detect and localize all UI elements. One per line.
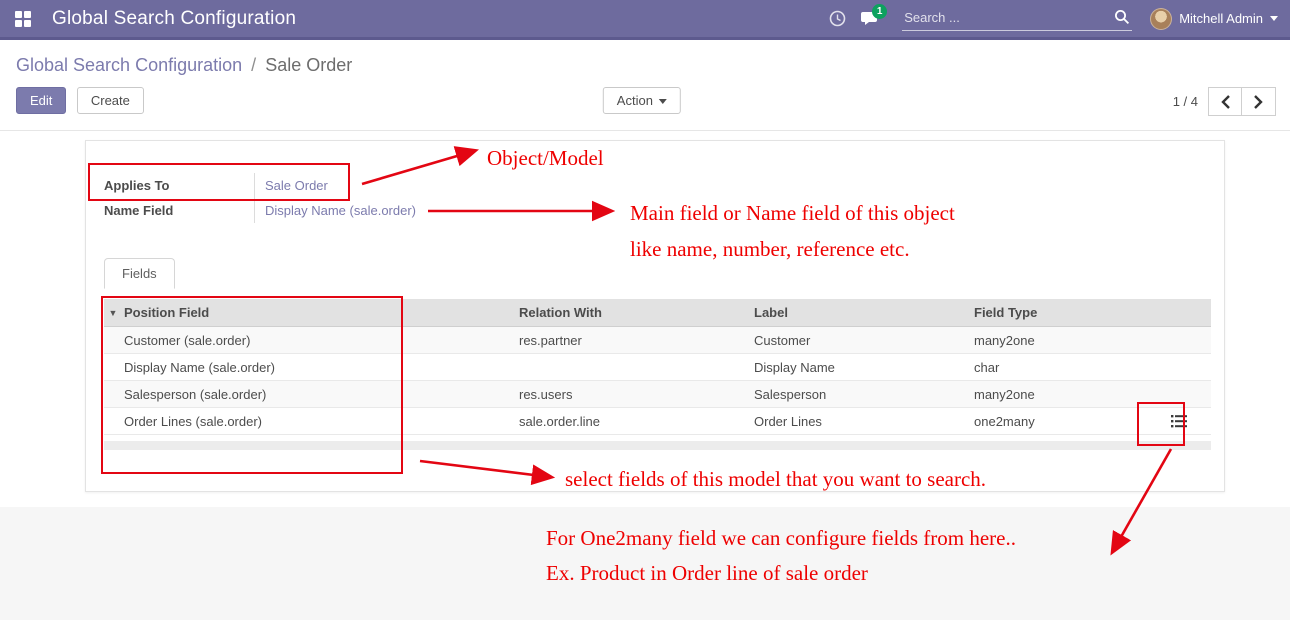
- form-row-applies-to: Applies To Sale Order: [104, 173, 664, 198]
- applies-to-label: Applies To: [104, 178, 254, 193]
- breadcrumb-separator: /: [247, 55, 260, 75]
- cell-field-type: one2many: [966, 414, 1146, 429]
- pager: 1 / 4: [1173, 87, 1276, 116]
- avatar: [1150, 8, 1172, 30]
- annotation-select-fields: select fields of this model that you wan…: [565, 467, 986, 492]
- list-icon: [1171, 414, 1187, 428]
- messages-badge: 1: [872, 4, 887, 19]
- table-row[interactable]: Customer (sale.order) res.partner Custom…: [104, 327, 1211, 354]
- cell-relation-with: res.partner: [511, 333, 746, 348]
- table-footer-strip: [104, 441, 1211, 450]
- pager-previous-button[interactable]: [1208, 87, 1242, 116]
- cell-position-field: Salesperson (sale.order): [122, 387, 511, 402]
- cell-position-field: Customer (sale.order): [122, 333, 511, 348]
- apps-menu-icon[interactable]: [0, 0, 46, 37]
- page: Global Search Configuration 1: [0, 0, 1290, 620]
- pager-next-button[interactable]: [1242, 87, 1276, 116]
- chevron-down-icon: [659, 99, 667, 104]
- form-row-name-field: Name Field Display Name (sale.order): [104, 198, 664, 223]
- applies-to-value[interactable]: Sale Order: [254, 173, 474, 198]
- pager-count: 1 / 4: [1173, 94, 1198, 109]
- one2many-config-button[interactable]: [1168, 412, 1190, 430]
- header-position-field[interactable]: Position Field: [122, 305, 511, 320]
- header-relation-with[interactable]: Relation With: [511, 305, 746, 320]
- annotation-object-model: Object/Model: [487, 146, 604, 171]
- form-sheet: Applies To Sale Order Name Field Display…: [85, 140, 1225, 492]
- action-label: Action: [617, 93, 653, 108]
- cell-relation-with: sale.order.line: [511, 414, 746, 429]
- fields-table: ▼ Position Field Relation With Label Fie…: [104, 299, 1211, 450]
- table-row[interactable]: Salesperson (sale.order) res.users Sales…: [104, 381, 1211, 408]
- header-field-type[interactable]: Field Type: [966, 305, 1146, 320]
- cell-relation-with: res.users: [511, 387, 746, 402]
- tab-fields[interactable]: Fields: [104, 258, 175, 289]
- app-title: Global Search Configuration: [52, 8, 296, 30]
- search-input[interactable]: [902, 6, 1132, 31]
- chevron-right-icon: [1254, 95, 1263, 109]
- cell-config: [1146, 412, 1211, 430]
- user-name: Mitchell Admin: [1179, 11, 1263, 26]
- breadcrumb: Global Search Configuration / Sale Order: [16, 55, 1274, 76]
- annotation-main-field-2: like name, number, reference etc.: [630, 237, 910, 262]
- breadcrumb-current: Sale Order: [265, 55, 352, 75]
- create-button[interactable]: Create: [77, 87, 144, 114]
- navbar-search: [902, 6, 1132, 31]
- activities-icon[interactable]: [820, 0, 854, 37]
- form-field-group: Applies To Sale Order Name Field Display…: [104, 173, 664, 223]
- cell-field-type: many2one: [966, 333, 1146, 348]
- grid-icon: [15, 11, 31, 27]
- annotation-main-field-1: Main field or Name field of this object: [630, 201, 955, 226]
- navbar-right: 1 Mitchell Admin: [820, 0, 1290, 37]
- cell-label: Display Name: [746, 360, 966, 375]
- chevron-down-icon: [1270, 16, 1278, 21]
- sort-caret-icon[interactable]: ▼: [104, 308, 122, 318]
- clock-icon: [829, 10, 846, 27]
- annotation-one2many-2: Ex. Product in Order line of sale order: [546, 561, 868, 586]
- cell-label: Order Lines: [746, 414, 966, 429]
- edit-button[interactable]: Edit: [16, 87, 66, 114]
- name-field-value[interactable]: Display Name (sale.order): [254, 198, 474, 223]
- cell-position-field: Display Name (sale.order): [122, 360, 511, 375]
- table-row[interactable]: Display Name (sale.order) Display Name c…: [104, 354, 1211, 381]
- table-header-row: ▼ Position Field Relation With Label Fie…: [104, 299, 1211, 327]
- cell-field-type: char: [966, 360, 1146, 375]
- control-panel-buttons: Edit Create Action 1 / 4: [16, 87, 1274, 117]
- breadcrumb-parent-link[interactable]: Global Search Configuration: [16, 55, 242, 75]
- cell-label: Customer: [746, 333, 966, 348]
- annotation-one2many-1: For One2many field we can configure fiel…: [546, 526, 1016, 551]
- table-row[interactable]: Order Lines (sale.order) sale.order.line…: [104, 408, 1211, 435]
- header-label[interactable]: Label: [746, 305, 966, 320]
- control-panel: Global Search Configuration / Sale Order…: [0, 43, 1290, 131]
- user-menu[interactable]: Mitchell Admin: [1150, 8, 1290, 30]
- messages-icon[interactable]: 1: [854, 0, 888, 37]
- magnifier-icon[interactable]: [1114, 9, 1130, 25]
- cell-field-type: many2one: [966, 387, 1146, 402]
- chevron-left-icon: [1221, 95, 1230, 109]
- cell-label: Salesperson: [746, 387, 966, 402]
- cell-position-field: Order Lines (sale.order): [122, 414, 511, 429]
- top-navbar: Global Search Configuration 1: [0, 0, 1290, 40]
- action-dropdown-button[interactable]: Action: [603, 87, 681, 114]
- name-field-label: Name Field: [104, 203, 254, 218]
